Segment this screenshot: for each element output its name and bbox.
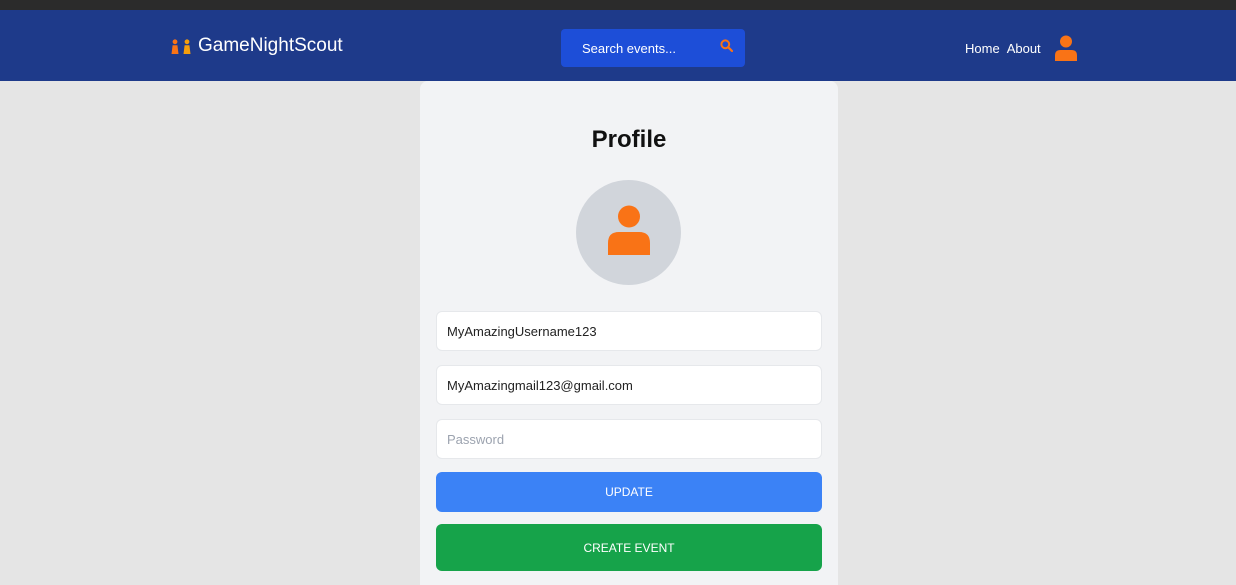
page-title: Profile xyxy=(591,126,667,153)
email-field[interactable] xyxy=(436,365,822,405)
brand-logo-link[interactable]: GameNightScout xyxy=(170,33,343,59)
user-icon xyxy=(607,205,650,260)
search-icon[interactable] xyxy=(720,39,734,57)
profile-card: Profile UPDATE CREATE EVENT xyxy=(420,81,838,585)
two-figures-icon xyxy=(170,38,192,54)
navbar: GameNightScout Home About xyxy=(0,10,1236,81)
create-event-button[interactable]: CREATE EVENT xyxy=(436,524,822,571)
update-button[interactable]: UPDATE xyxy=(436,472,822,512)
profile-avatar xyxy=(576,180,681,285)
brand-name: GameNightScout xyxy=(198,35,343,56)
password-field[interactable] xyxy=(436,419,822,459)
window-top-strip xyxy=(0,0,1236,10)
search-bar xyxy=(561,29,745,67)
user-icon[interactable] xyxy=(1054,35,1078,61)
nav-about-link[interactable]: About xyxy=(1007,41,1041,56)
nav-links: Home About xyxy=(965,34,1078,62)
search-input[interactable] xyxy=(582,40,720,56)
nav-home-link[interactable]: Home xyxy=(965,41,1000,56)
username-field[interactable] xyxy=(436,311,822,351)
